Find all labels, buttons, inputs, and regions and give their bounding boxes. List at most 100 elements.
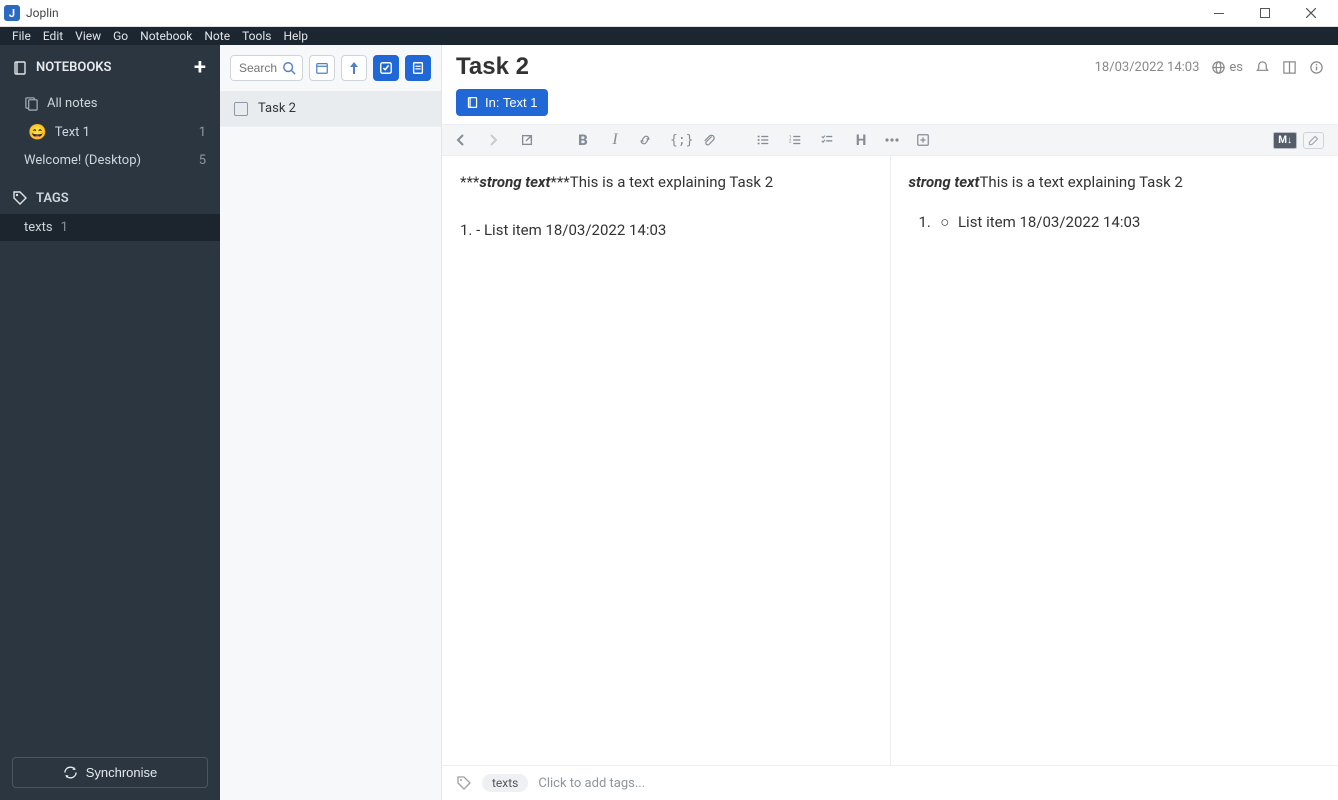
richtext-toggle-button[interactable]: [1303, 132, 1324, 149]
external-editor-button[interactable]: [520, 133, 538, 147]
all-notes-item[interactable]: All notes: [0, 90, 220, 117]
menu-help[interactable]: Help: [277, 28, 314, 44]
notebooks-label: NOTEBOOKS: [36, 60, 111, 75]
code-button[interactable]: {;}: [670, 133, 688, 148]
tag-icon: [12, 190, 28, 206]
note-timestamp: 18/03/2022 14:03: [1095, 60, 1200, 75]
menu-notebook[interactable]: Notebook: [134, 28, 198, 44]
add-tags-placeholder[interactable]: Click to add tags...: [538, 776, 645, 791]
checklist-button[interactable]: [820, 133, 838, 147]
markdown-toggle-button[interactable]: M↓: [1273, 132, 1297, 149]
layout-icon: [1282, 60, 1297, 75]
nav-forward-button[interactable]: [488, 134, 506, 146]
note-list-item[interactable]: Task 2: [220, 91, 441, 127]
title-bar: J Joplin: [0, 0, 1338, 27]
notebook-item-welcome[interactable]: Welcome! (Desktop) 5: [0, 147, 220, 174]
notebooks-header: NOTEBOOKS +: [0, 45, 220, 90]
minimize-button[interactable]: [1196, 0, 1242, 27]
notebook-item-text1[interactable]: 😄 Text 1 1: [0, 117, 220, 147]
calendar-icon: [315, 61, 329, 75]
spellcheck-button[interactable]: es: [1211, 60, 1243, 75]
raw-bold: strong text: [479, 173, 550, 191]
new-note-button[interactable]: [405, 55, 431, 81]
checkbox-icon: [379, 61, 393, 75]
markdown-editor[interactable]: ***strong text***This is a text explaini…: [442, 156, 891, 765]
menu-view[interactable]: View: [69, 28, 107, 44]
bullet-list-button[interactable]: [756, 133, 774, 147]
dots-icon: [884, 137, 900, 143]
more-actions-button[interactable]: [884, 137, 902, 143]
tag-bar: texts Click to add tags...: [442, 765, 1338, 800]
numbered-list-button[interactable]: 12: [788, 133, 806, 147]
preview-list-number: 1.: [919, 210, 937, 234]
insert-time-button[interactable]: [916, 133, 934, 147]
note-list-pane: Task 2: [220, 45, 442, 800]
pencil-icon: [1307, 134, 1320, 147]
menu-tools[interactable]: Tools: [236, 28, 277, 44]
notebook-breadcrumb-button[interactable]: In: Text 1: [456, 89, 548, 116]
nav-back-button[interactable]: [456, 134, 474, 146]
menu-note[interactable]: Note: [198, 28, 236, 44]
notebook-emoji-icon: 😄: [28, 123, 47, 141]
sync-label: Synchronise: [86, 765, 158, 780]
raw-prefix: ***: [460, 173, 479, 191]
menu-go[interactable]: Go: [107, 28, 134, 44]
all-notes-icon: [24, 96, 39, 111]
preview-bold: strong text: [909, 173, 980, 191]
alarm-button[interactable]: [1255, 60, 1270, 75]
sync-icon: [63, 765, 78, 780]
link-button[interactable]: [638, 133, 656, 147]
notebook-name: Welcome! (Desktop): [24, 153, 141, 168]
bullet-list-icon: [756, 133, 770, 147]
all-notes-label: All notes: [47, 96, 97, 111]
minimize-icon: [1214, 13, 1224, 14]
italic-button[interactable]: I: [606, 131, 624, 149]
checklist-icon: [820, 133, 834, 147]
notebook-icon: [12, 60, 28, 76]
notebook-small-icon: [466, 96, 479, 109]
raw-suffix: ***: [550, 173, 569, 191]
sort-date-button[interactable]: [309, 55, 335, 81]
globe-icon: [1211, 60, 1226, 75]
paperclip-icon: [702, 133, 716, 147]
notebook-count: 5: [199, 153, 208, 168]
sort-direction-button[interactable]: [341, 55, 367, 81]
new-todo-button[interactable]: [373, 55, 399, 81]
heading-button[interactable]: H: [852, 131, 870, 149]
app-logo: J: [4, 5, 20, 21]
tag-pill[interactable]: texts: [482, 774, 528, 792]
note-info-button[interactable]: [1309, 60, 1324, 75]
notebook-count: 1: [199, 125, 208, 140]
arrow-up-icon: [349, 61, 359, 75]
sidebar: NOTEBOOKS + All notes 😄 Text 1 1 Welcome…: [0, 45, 220, 800]
maximize-icon: [1260, 8, 1270, 18]
add-notebook-button[interactable]: +: [194, 55, 206, 80]
layout-toggle-button[interactable]: [1282, 60, 1297, 75]
attachment-button[interactable]: [702, 133, 720, 147]
menu-bar: File Edit View Go Notebook Note Tools He…: [0, 27, 1338, 45]
info-icon: [1309, 60, 1324, 75]
plus-box-icon: [916, 133, 930, 147]
tag-item-texts[interactable]: texts 1: [0, 214, 220, 241]
spellcheck-lang: es: [1229, 60, 1243, 75]
link-icon: [638, 133, 652, 147]
maximize-button[interactable]: [1242, 0, 1288, 27]
close-icon: [1306, 8, 1316, 18]
menu-file[interactable]: File: [6, 28, 37, 44]
menu-edit[interactable]: Edit: [37, 28, 69, 44]
tag-name: texts: [24, 220, 53, 235]
tag-count: 1: [61, 220, 68, 235]
preview-list-text: List item 18/03/2022 14:03: [958, 213, 1140, 231]
notebook-name: Text 1: [55, 125, 90, 140]
close-button[interactable]: [1288, 0, 1334, 27]
raw-body: This is a text explaining Task 2: [570, 173, 773, 191]
search-icon: [282, 61, 296, 75]
editor-toolbar: B I {;} 12 H: [442, 124, 1338, 156]
todo-checkbox[interactable]: [234, 102, 248, 116]
tags-header: TAGS: [0, 182, 220, 214]
note-title-input[interactable]: [456, 53, 1087, 81]
bell-icon: [1255, 60, 1270, 75]
synchronise-button[interactable]: Synchronise: [12, 757, 208, 788]
search-wrap[interactable]: [230, 55, 303, 81]
bold-button[interactable]: B: [574, 131, 592, 149]
